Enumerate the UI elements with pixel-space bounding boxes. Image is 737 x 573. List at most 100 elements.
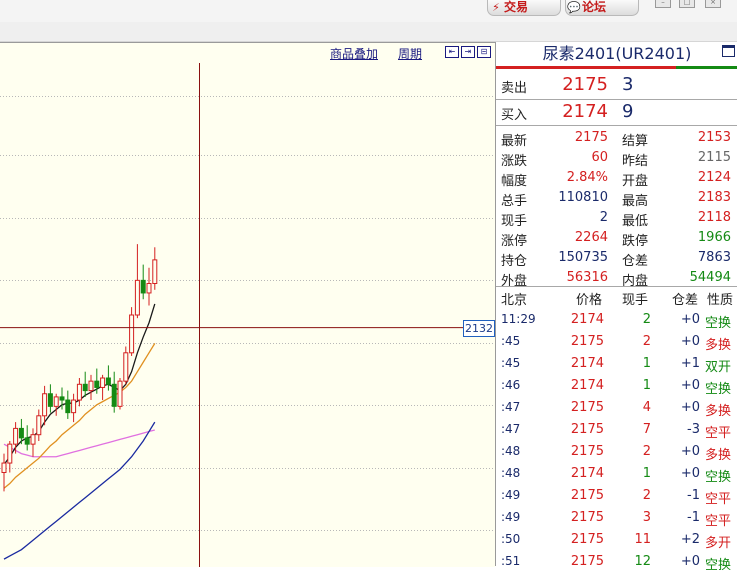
- close-icon[interactable]: ×: [705, 0, 721, 8]
- kline-plot: [0, 63, 495, 567]
- tick-time: :50: [501, 532, 521, 546]
- trade-button[interactable]: ⚡ 交易: [487, 0, 561, 16]
- tick-volume: 1: [642, 466, 651, 481]
- tick-time: :45: [501, 356, 521, 370]
- divider: [496, 125, 737, 126]
- tick-price: 2174: [570, 466, 604, 481]
- quote-label: 开盘: [622, 174, 649, 189]
- candle-body: [7, 443, 13, 464]
- quote-label: 仓差: [622, 254, 649, 269]
- tick-price: 2175: [570, 488, 604, 503]
- tick-row[interactable]: :50 2175 11 +2 多开: [496, 529, 737, 551]
- quote-value: 2.84%: [566, 170, 608, 185]
- diff-header: 仓差: [672, 293, 699, 308]
- candle-body: [129, 314, 135, 354]
- tick-time: :48: [501, 466, 521, 480]
- quote-label: 跌停: [622, 234, 649, 249]
- quote-value: 2264: [574, 230, 608, 245]
- minimize-icon[interactable]: –: [655, 0, 671, 8]
- candle-body: [140, 279, 146, 294]
- tick-time: :49: [501, 488, 521, 502]
- tick-row[interactable]: :45 2175 2 +0 多换: [496, 331, 737, 353]
- tick-row[interactable]: :47 2175 7 -3 空平: [496, 419, 737, 441]
- sell-volume: 3: [622, 74, 634, 95]
- tick-price: 2175: [570, 444, 604, 459]
- tick-nature: 空换: [705, 558, 732, 573]
- kline-chart[interactable]: 商品叠加 周期 ⇤ ⇥ ⊟ 2132: [0, 42, 495, 567]
- candle-body: [18, 427, 24, 439]
- tick-volume: 2: [642, 312, 651, 327]
- tick-price: 2174: [570, 312, 604, 327]
- tick-volume: 1: [642, 356, 651, 371]
- tick-row[interactable]: :47 2175 4 +0 多换: [496, 397, 737, 419]
- forum-label: 论坛: [582, 0, 607, 14]
- quote-label: 最低: [622, 214, 649, 229]
- quote-value: 2115: [697, 150, 731, 165]
- quote-value: 2118: [697, 210, 731, 225]
- quote-row: 现手 2 最低 2118: [496, 208, 737, 229]
- tick-time: 11:29: [501, 312, 536, 326]
- tick-volume: 4: [642, 400, 651, 415]
- ticks-header: 北京 价格 现手 仓差 性质: [496, 287, 737, 308]
- tick-price: 2175: [570, 510, 604, 525]
- tick-price: 2174: [570, 378, 604, 393]
- tick-diff: +2: [680, 532, 700, 547]
- candle-body: [82, 383, 88, 392]
- forum-button[interactable]: 💬论坛: [565, 0, 639, 16]
- candle-body: [30, 434, 36, 445]
- quote-label: 持仓: [501, 254, 528, 269]
- buy-label: 买入: [501, 108, 528, 123]
- tick-nature: 空换: [705, 316, 732, 331]
- quote-row: 幅度 2.84% 开盘 2124: [496, 168, 737, 189]
- quote-label: 最高: [622, 194, 649, 209]
- tick-row[interactable]: :51 2175 12 +0 空换: [496, 551, 737, 573]
- quote-value: 150735: [558, 250, 608, 265]
- tick-nature: 多换: [705, 338, 732, 353]
- candle-body: [105, 377, 111, 385]
- tick-volume: 2: [642, 444, 651, 459]
- quote-label: 涨停: [501, 234, 528, 249]
- tick-volume: 7: [642, 422, 651, 437]
- tick-row[interactable]: :45 2174 1 +1 双开: [496, 353, 737, 375]
- quote-value: 2183: [697, 190, 731, 205]
- quote-row: 涨跌 60 昨结 2115: [496, 148, 737, 169]
- tick-nature: 多换: [705, 404, 732, 419]
- tick-row[interactable]: :48 2175 2 +0 多换: [496, 441, 737, 463]
- time-header: 北京: [501, 293, 528, 308]
- candle-body: [1, 462, 7, 473]
- tick-row[interactable]: :46 2174 1 +0 空换: [496, 375, 737, 397]
- panel-window-icon[interactable]: [722, 45, 735, 57]
- tick-nature: 空平: [705, 514, 732, 529]
- buy-ratio-bar: [496, 66, 676, 69]
- quote-label: 昨结: [622, 154, 649, 169]
- maximize-icon[interactable]: □: [679, 0, 695, 8]
- candle-body: [42, 393, 48, 417]
- tick-time: :45: [501, 334, 521, 348]
- quote-value: 2175: [574, 130, 608, 145]
- tick-diff: +0: [680, 444, 700, 459]
- quote-label: 总手: [501, 194, 528, 209]
- candle-body: [36, 415, 42, 436]
- tick-volume: 3: [642, 510, 651, 525]
- quote-value: 60: [591, 150, 608, 165]
- tick-time: :48: [501, 444, 521, 458]
- quote-row: 外盘 56316 内盘 54494: [496, 268, 737, 289]
- tick-volume: 2: [642, 488, 651, 503]
- tick-row[interactable]: 11:29 2174 2 +0 空换: [496, 309, 737, 331]
- tick-diff: +0: [680, 334, 700, 349]
- quote-value: 2: [599, 210, 608, 225]
- candle-body: [146, 283, 152, 294]
- quote-panel: 尿素2401(UR2401) 卖出 2175 3 买入 2174 9 最新 217…: [495, 42, 737, 573]
- tick-row[interactable]: :48 2174 1 +0 空换: [496, 463, 737, 485]
- crosshair: [0, 63, 495, 567]
- tick-row[interactable]: :49 2175 2 -1 空平: [496, 485, 737, 507]
- quote-value: 56316: [566, 270, 608, 285]
- tick-price: 2175: [570, 334, 604, 349]
- tick-nature: 多换: [705, 448, 732, 463]
- menu-strip: [0, 22, 737, 42]
- tick-row[interactable]: :49 2175 3 -1 空平: [496, 507, 737, 529]
- window-controls: – □ ×: [655, 0, 737, 8]
- candle-body: [134, 279, 140, 316]
- tick-diff: -1: [687, 488, 700, 503]
- tick-nature: 空换: [705, 470, 732, 485]
